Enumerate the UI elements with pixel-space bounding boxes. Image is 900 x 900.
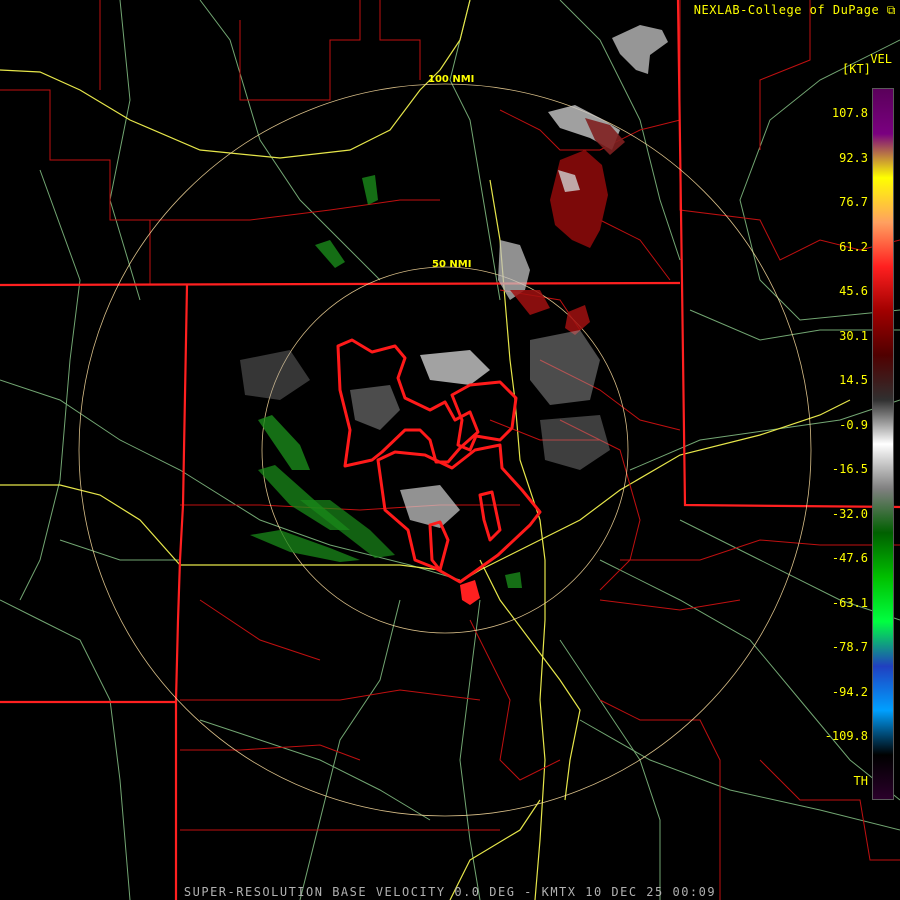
- highway-network: [0, 0, 851, 900]
- credit-text: NEXLAB-College of DuPage: [693, 3, 880, 17]
- legend-label: -94.2: [831, 684, 868, 699]
- legend-label: -16.5: [831, 462, 868, 476]
- product-caption: SUPER-RESOLUTION BASE VELOCITY 0.0 DEG -…: [183, 885, 717, 899]
- external-link-icon[interactable]: ⧉: [887, 3, 896, 17]
- legend-label: -32.0: [831, 506, 868, 521]
- legend-label: 61.2: [839, 239, 868, 254]
- velocity-color-scale: [872, 88, 894, 800]
- credit-label: NEXLAB-College of DuPage ⧉: [694, 3, 896, 18]
- legend-label: 107.8: [831, 106, 868, 120]
- legend-label: 76.7: [839, 195, 868, 209]
- legend-label: 92.3: [839, 150, 868, 165]
- range-ring-50nmi-label: 50 NMI: [432, 259, 471, 270]
- radar-map: 100 NMI 50 NMI: [0, 0, 900, 900]
- legend-label: TH: [853, 773, 868, 788]
- legend-label: 30.1: [839, 328, 868, 343]
- warning-polygon: [478, 490, 502, 542]
- legend-label: 14.5: [839, 373, 868, 387]
- legend-label: -47.6: [831, 551, 868, 565]
- legend-label: -78.7: [831, 640, 868, 654]
- legend-label: -109.8: [824, 729, 868, 743]
- warning-polygon: [428, 520, 450, 572]
- warning-polygon: [450, 380, 518, 452]
- legend-label: -63.1: [831, 595, 868, 610]
- legend-product: VEL: [870, 52, 892, 66]
- radar-map-view: 100 NMI 50 NMI NEXLAB-College of DuPage …: [0, 0, 900, 900]
- legend-unit: [KT]: [842, 62, 871, 76]
- range-ring-100nmi-label: 100 NMI: [428, 74, 474, 85]
- county-lines: [0, 0, 900, 900]
- warning-polygon: [376, 443, 542, 584]
- legend-label: 45.6: [839, 284, 868, 298]
- legend-label: -0.9: [839, 417, 868, 432]
